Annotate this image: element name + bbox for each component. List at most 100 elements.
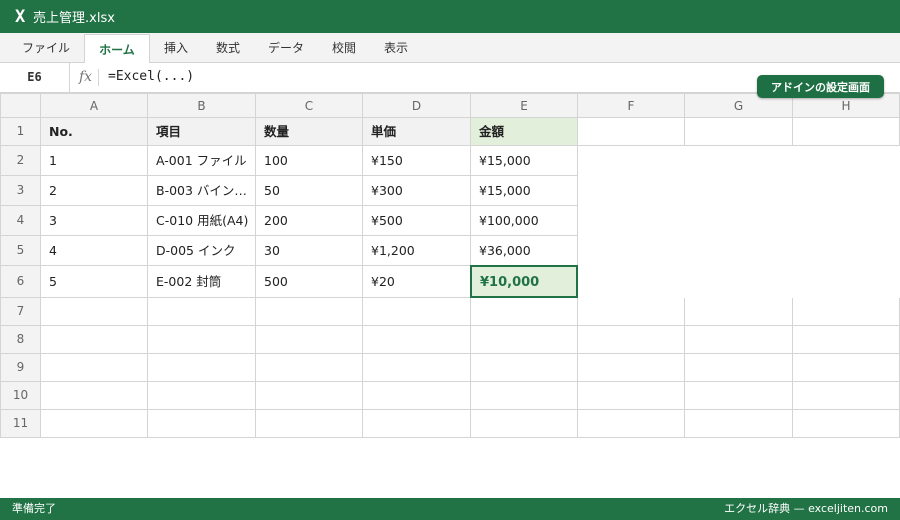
cell-a4[interactable]: 3 [41,206,148,236]
cell-f2[interactable] [578,146,685,176]
cell-f8[interactable] [578,326,685,354]
cell-c5[interactable]: 30 [256,236,363,266]
select-all-corner[interactable] [0,93,41,118]
cell-h3[interactable] [793,176,900,206]
row-header-3[interactable]: 3 [0,176,41,206]
cell-a9[interactable] [41,354,148,382]
cell-e2[interactable]: ¥15,000 [471,146,578,176]
column-header-c[interactable]: C [256,93,363,118]
cell-h6[interactable] [793,266,900,298]
row-header-7[interactable]: 7 [0,298,41,326]
cell-e4[interactable]: ¥100,000 [471,206,578,236]
cell-a7[interactable] [41,298,148,326]
cell-c3[interactable]: 50 [256,176,363,206]
cell-g10[interactable] [685,382,793,410]
cell-h5[interactable] [793,236,900,266]
cell-a11[interactable] [41,410,148,438]
formula-input[interactable]: =Excel(...) [108,63,194,92]
cell-g4[interactable] [685,206,793,236]
cell-c11[interactable] [256,410,363,438]
cell-h8[interactable] [793,326,900,354]
cell-f10[interactable] [578,382,685,410]
cell-c8[interactable] [256,326,363,354]
fx-icon[interactable]: fx [79,63,92,92]
cell-e8[interactable] [471,326,578,354]
cell-d6[interactable]: ¥20 [363,266,471,298]
cell-c4[interactable]: 200 [256,206,363,236]
selected-cell-e6[interactable]: ¥10,000 [470,265,578,298]
cell-b9[interactable] [148,354,256,382]
cell-d2[interactable]: ¥150 [363,146,471,176]
cell-c9[interactable] [256,354,363,382]
cell-a10[interactable] [41,382,148,410]
cell-c7[interactable] [256,298,363,326]
tab-formulas[interactable]: 数式 [204,33,252,63]
cell-h7[interactable] [793,298,900,326]
cell-f6[interactable] [578,266,685,298]
cell-a2[interactable]: 1 [41,146,148,176]
cell-e1[interactable]: 金額 [471,118,578,146]
cell-c6[interactable]: 500 [256,266,363,298]
tab-data[interactable]: データ [256,33,316,63]
cell-b8[interactable] [148,326,256,354]
cell-g1[interactable] [685,118,793,146]
cell-b3[interactable]: B-003 バイン… [148,176,256,206]
cell-g6[interactable] [685,266,793,298]
cell-f11[interactable] [578,410,685,438]
cell-b4[interactable]: C-010 用紙(A4) [148,206,256,236]
cell-h1[interactable] [793,118,900,146]
cell-a6[interactable]: 5 [41,266,148,298]
cell-h4[interactable] [793,206,900,236]
cell-d3[interactable]: ¥300 [363,176,471,206]
cell-h10[interactable] [793,382,900,410]
column-header-a[interactable]: A [41,93,148,118]
cell-b2[interactable]: A-001 ファイル [148,146,256,176]
name-box[interactable]: E6 [0,63,70,92]
cell-e11[interactable] [471,410,578,438]
tab-review[interactable]: 校閲 [320,33,368,63]
cell-g5[interactable] [685,236,793,266]
addin-settings-button[interactable]: アドインの設定画面 [757,75,884,98]
cell-h2[interactable] [793,146,900,176]
cell-b6[interactable]: E-002 封筒 [148,266,256,298]
cell-g8[interactable] [685,326,793,354]
cell-b7[interactable] [148,298,256,326]
cell-g2[interactable] [685,146,793,176]
cell-e5[interactable]: ¥36,000 [471,236,578,266]
cell-e3[interactable]: ¥15,000 [471,176,578,206]
tab-home[interactable]: ホーム [84,34,150,64]
row-header-9[interactable]: 9 [0,354,41,382]
cell-e9[interactable] [471,354,578,382]
cell-a5[interactable]: 4 [41,236,148,266]
cell-g9[interactable] [685,354,793,382]
cell-c10[interactable] [256,382,363,410]
cell-a3[interactable]: 2 [41,176,148,206]
cell-c2[interactable]: 100 [256,146,363,176]
cell-b11[interactable] [148,410,256,438]
cell-f5[interactable] [578,236,685,266]
column-header-d[interactable]: D [363,93,471,118]
cell-d11[interactable] [363,410,471,438]
cell-b1[interactable]: 項目 [148,118,256,146]
cell-d1[interactable]: 単価 [363,118,471,146]
row-header-1[interactable]: 1 [0,118,41,146]
cell-a1[interactable]: No. [41,118,148,146]
cell-e7[interactable] [471,298,578,326]
cell-h9[interactable] [793,354,900,382]
tab-insert[interactable]: 挿入 [152,33,200,63]
cell-d5[interactable]: ¥1,200 [363,236,471,266]
cell-b5[interactable]: D-005 インク [148,236,256,266]
cell-d4[interactable]: ¥500 [363,206,471,236]
cell-d9[interactable] [363,354,471,382]
row-header-11[interactable]: 11 [0,410,41,438]
column-header-b[interactable]: B [148,93,256,118]
row-header-10[interactable]: 10 [0,382,41,410]
tab-file[interactable]: ファイル [10,33,82,63]
cell-e10[interactable] [471,382,578,410]
cell-g7[interactable] [685,298,793,326]
cell-d7[interactable] [363,298,471,326]
cell-g3[interactable] [685,176,793,206]
column-header-e[interactable]: E [471,93,578,118]
cell-h11[interactable] [793,410,900,438]
cell-a8[interactable] [41,326,148,354]
